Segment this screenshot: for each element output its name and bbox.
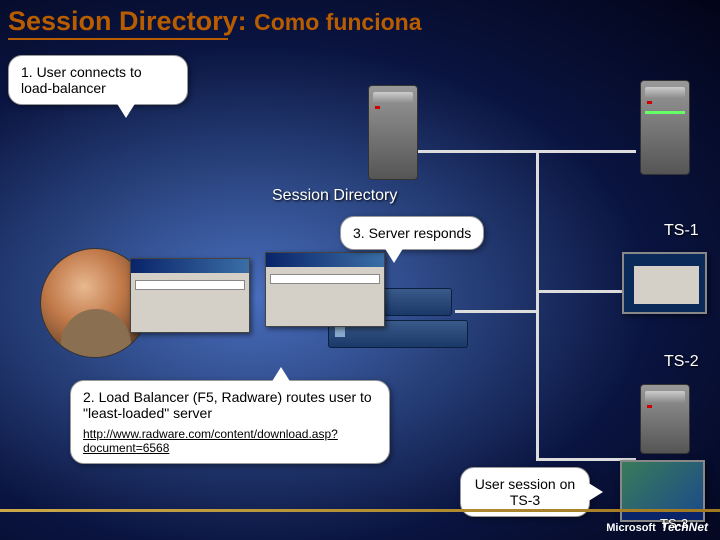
callout-step3-text: 3. Server responds	[353, 225, 471, 241]
wire-sd	[415, 150, 539, 153]
callout-step3: 3. Server responds	[340, 216, 484, 250]
rd-dialog-2-icon	[265, 252, 385, 327]
callout-user-session-text: User session on TS-3	[475, 476, 575, 508]
ts2-label: TS-2	[664, 353, 699, 371]
footer-product: TechNet	[661, 520, 708, 534]
slide-title: Session Directory: Como funciona	[8, 6, 422, 37]
ts3-server-icon	[640, 384, 690, 454]
title-main: Session Directory:	[8, 6, 247, 36]
ts3-screen-icon	[620, 460, 705, 522]
session-directory-label: Session Directory	[272, 187, 397, 205]
bottom-accent-bar	[0, 509, 720, 512]
footer-logo: Microsoft TechNet	[606, 520, 708, 534]
ts1-label: TS-1	[664, 222, 699, 240]
callout-step1: 1. User connects to load-balancer	[8, 55, 188, 105]
title-subtitle: Como funciona	[254, 9, 421, 35]
wire-backbone	[536, 150, 539, 460]
callout-step2: 2. Load Balancer (F5, Radware) routes us…	[70, 380, 390, 464]
callout-step1-text: 1. User connects to load-balancer	[21, 64, 142, 96]
wire-ts2-h	[536, 290, 626, 293]
ts1-server-icon	[640, 80, 690, 175]
ts1-screen-icon	[622, 252, 707, 314]
rd-dialog-1-icon	[130, 258, 250, 333]
wire-lb-stub	[455, 310, 458, 313]
wire-lb-h	[455, 310, 539, 313]
session-directory-server-icon	[368, 85, 418, 180]
radware-link[interactable]: http://www.radware.com/content/download.…	[83, 427, 377, 455]
callout-step2-text: 2. Load Balancer (F5, Radware) routes us…	[83, 389, 372, 421]
footer-brand: Microsoft	[606, 522, 656, 534]
wire-ts1-h	[536, 150, 636, 153]
title-underline	[8, 38, 228, 40]
